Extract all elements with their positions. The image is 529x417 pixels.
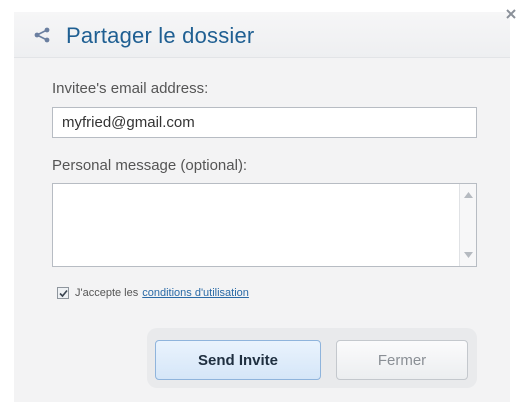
personal-message-field[interactable] [52, 183, 477, 267]
email-field[interactable] [52, 107, 477, 138]
terms-row: J'accepte les conditions d'utilisation [57, 285, 249, 301]
dialog-header: Partager le dossier [14, 12, 510, 58]
scroll-down-icon[interactable] [464, 252, 473, 258]
email-label: Invitee's email address: [52, 80, 209, 97]
terms-link[interactable]: conditions d'utilisation [142, 287, 249, 299]
terms-checkbox[interactable] [57, 287, 69, 299]
scroll-up-icon[interactable] [464, 192, 473, 198]
terms-text: J'accepte les [75, 287, 139, 299]
checkmark-icon [59, 289, 68, 298]
dialog-title: Partager le dossier [66, 23, 255, 48]
message-label: Personal message (optional): [52, 157, 248, 174]
send-invite-button[interactable]: Send Invite [155, 340, 321, 380]
fermer-button[interactable]: Fermer [336, 340, 468, 380]
share-icon [34, 27, 50, 43]
message-scrollbar[interactable] [459, 184, 476, 266]
share-folder-dialog: Partager le dossier Invitee's email addr… [0, 0, 529, 417]
close-icon[interactable] [503, 6, 519, 22]
